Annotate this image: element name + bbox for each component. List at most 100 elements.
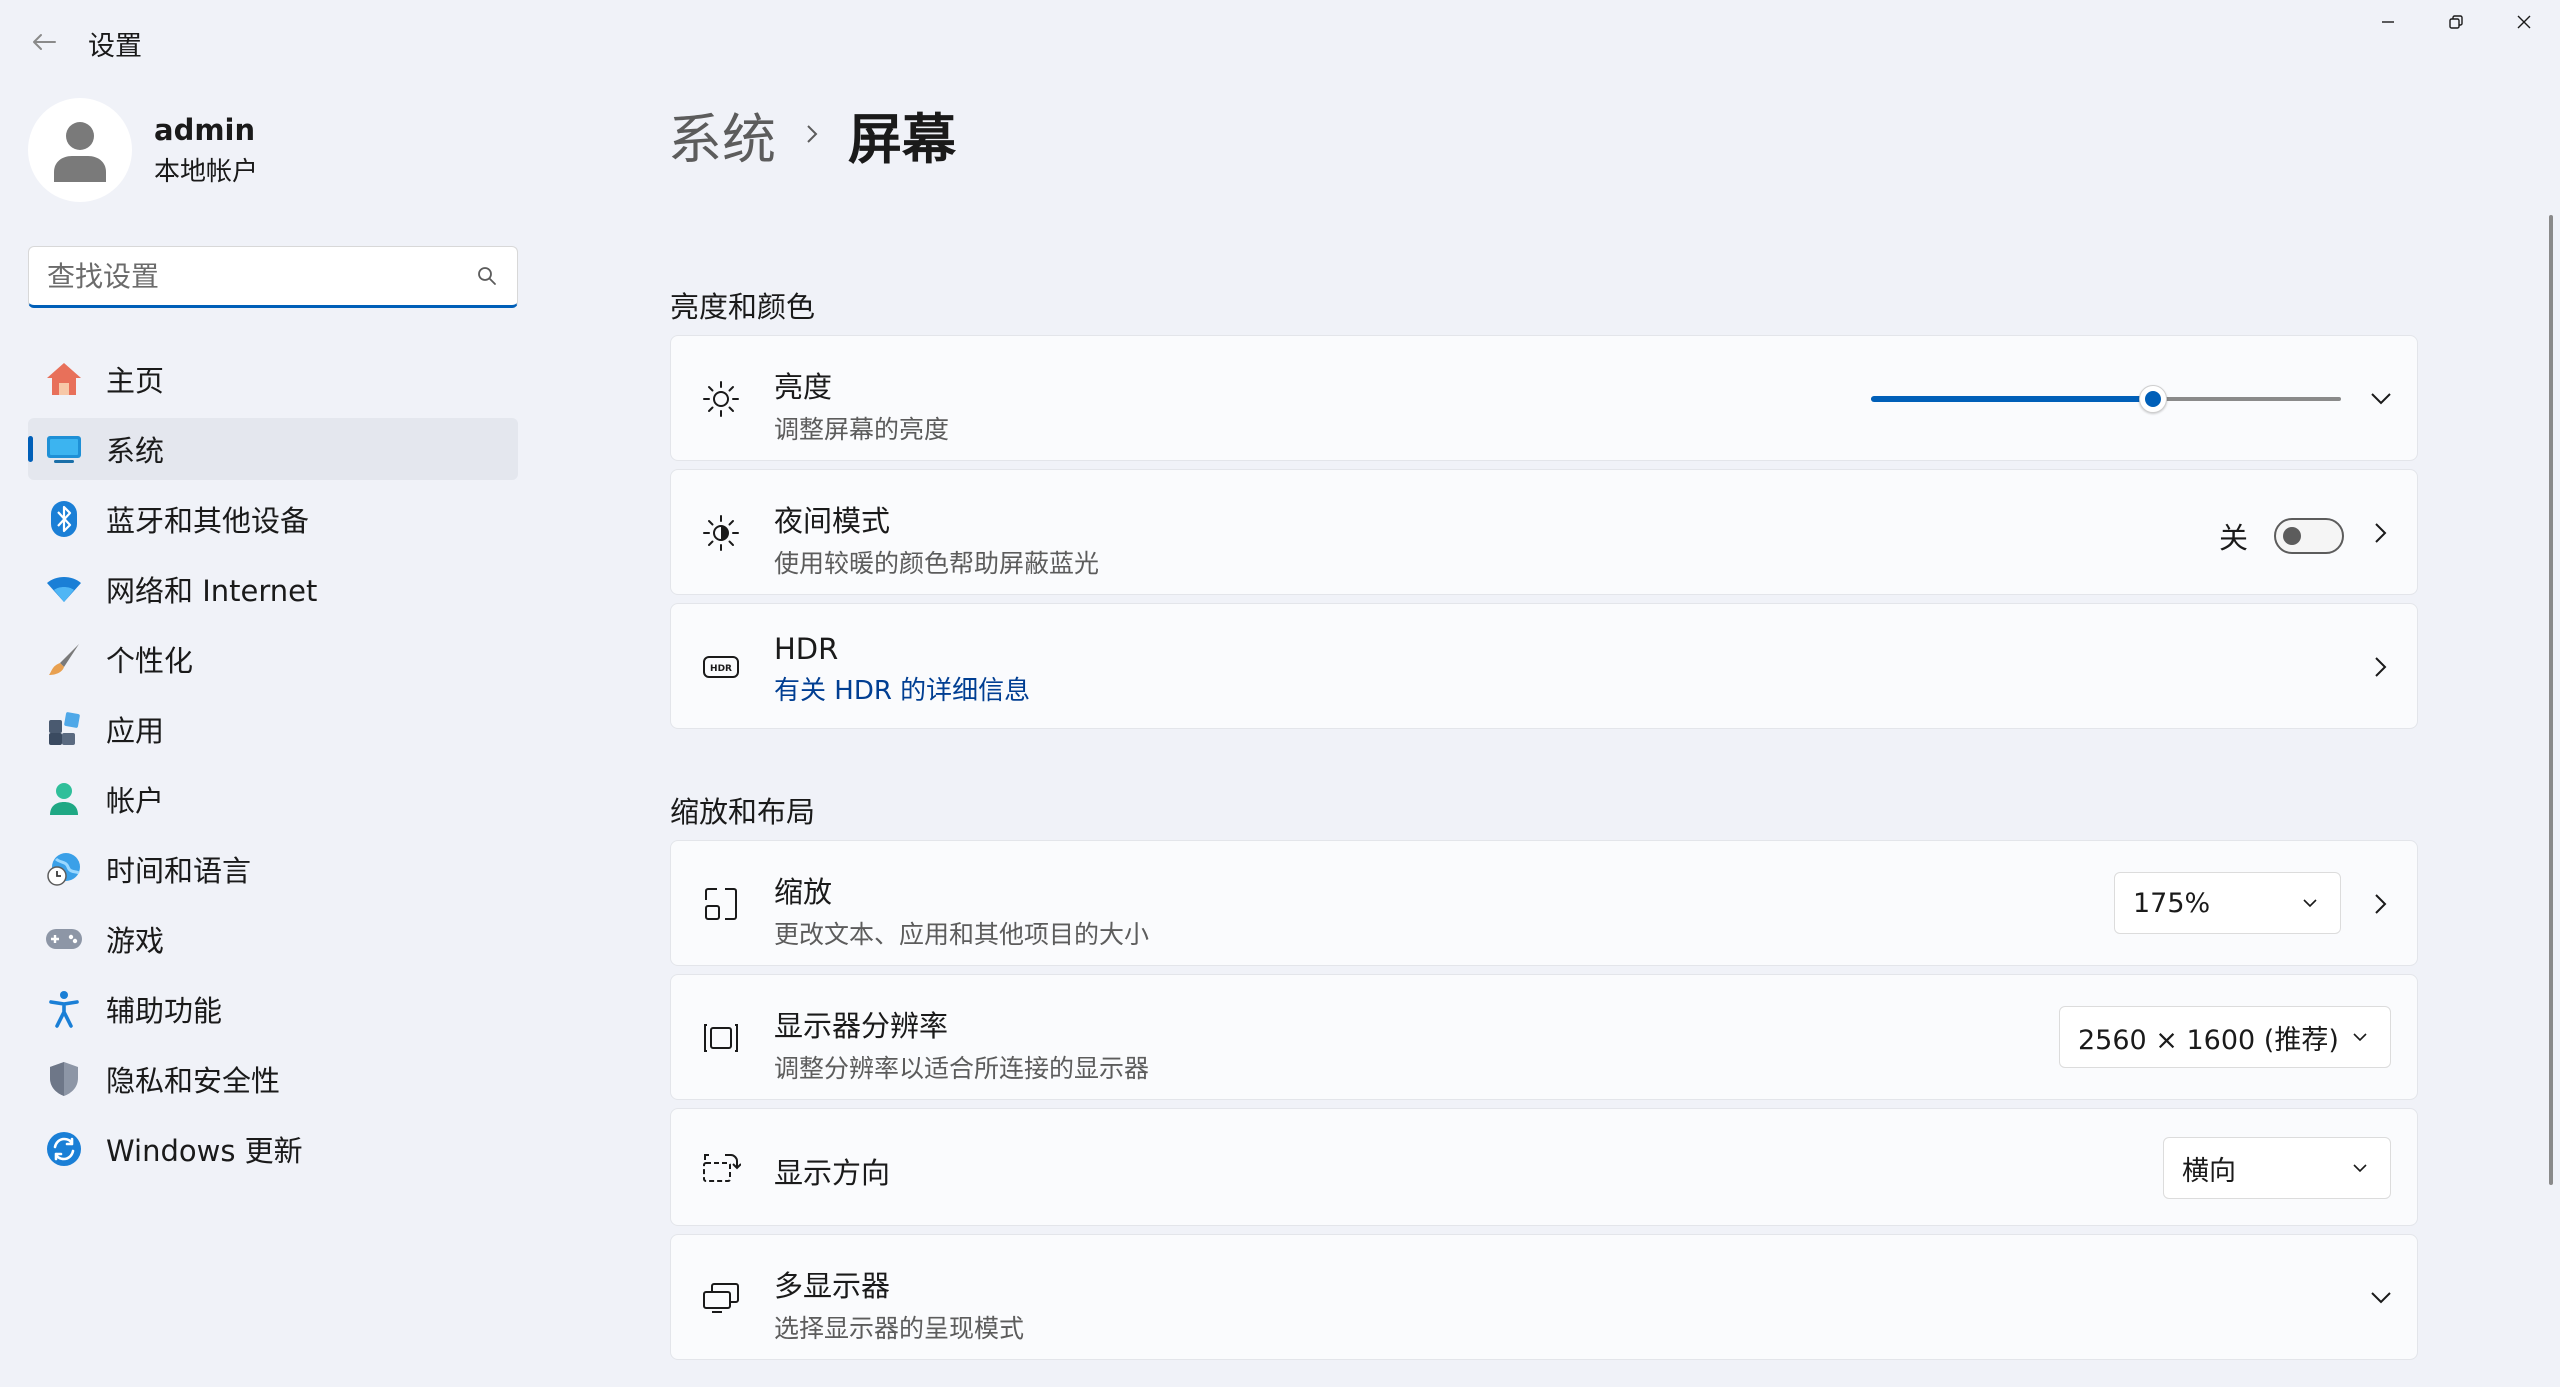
sidebar-item-accessibility[interactable]: 辅助功能 [28, 978, 518, 1040]
search-input[interactable] [47, 259, 473, 293]
sidebar-item-system[interactable]: 系统 [28, 418, 518, 480]
sidebar-item-accounts[interactable]: 帐户 [28, 768, 518, 830]
sidebar-item-label: 系统 [106, 434, 165, 468]
gamepad-icon [44, 919, 84, 959]
svg-text:HDR: HDR [710, 664, 732, 674]
brush-icon [44, 639, 84, 679]
brightness-subtitle: 调整屏幕的亮度 [774, 415, 950, 444]
night-light-subtitle: 使用较暖的颜色帮助屏蔽蓝光 [774, 549, 1100, 578]
hdr-card[interactable]: HDR HDR 有关 HDR 的详细信息 [670, 603, 2418, 729]
scrollbar[interactable] [2549, 215, 2553, 1185]
sidebar-item-label: 个性化 [106, 644, 194, 678]
sidebar-item-time-language[interactable]: 时间和语言 [28, 838, 518, 900]
hdr-title: HDR [774, 632, 839, 666]
sidebar-item-windows-update[interactable]: Windows 更新 [28, 1118, 518, 1180]
chevron-right-icon[interactable] [2365, 517, 2397, 549]
multiple-displays-title: 多显示器 [774, 1269, 891, 1303]
profile-name: admin [154, 112, 256, 147]
resolution-dropdown[interactable]: 2560 × 1600 (推荐) [2059, 1006, 2391, 1068]
chevron-down-icon [2298, 891, 2322, 915]
breadcrumb-parent[interactable]: 系统 [668, 95, 776, 174]
breadcrumb: 系统 屏幕 [668, 98, 956, 171]
person-icon [54, 122, 106, 182]
chevron-down-icon[interactable] [2365, 383, 2397, 415]
brightness-icon [701, 379, 741, 419]
sidebar-item-personalization[interactable]: 个性化 [28, 628, 518, 690]
bluetooth-icon [44, 499, 84, 539]
multiple-displays-icon [701, 1278, 741, 1318]
resolution-title: 显示器分辨率 [774, 1009, 949, 1043]
sidebar-item-label: 网络和 Internet [106, 574, 318, 608]
scale-icon [701, 884, 741, 924]
user-profile[interactable]: admin 本地帐户 [28, 98, 258, 202]
title-bar: 设置 [0, 0, 2560, 80]
settings-window: 设置 admin 本地帐户 主页 [0, 0, 2560, 1387]
apps-icon [44, 709, 84, 749]
sidebar-item-label: 帐户 [106, 784, 165, 818]
sidebar-item-apps[interactable]: 应用 [28, 698, 518, 760]
hdr-icon: HDR [701, 647, 741, 687]
minimize-button[interactable] [2354, 0, 2422, 44]
sidebar-item-network[interactable]: 网络和 Internet [28, 558, 518, 620]
night-light-card[interactable]: 夜间模式 使用较暖的颜色帮助屏蔽蓝光 关 [670, 469, 2418, 595]
search-box[interactable] [28, 246, 518, 308]
app-title: 设置 [88, 31, 142, 62]
resolution-icon [701, 1018, 741, 1058]
sidebar-item-label: 蓝牙和其他设备 [106, 504, 310, 538]
account-icon [44, 779, 84, 819]
chevron-down-icon[interactable] [2365, 1282, 2397, 1314]
scale-title: 缩放 [774, 875, 833, 909]
back-button[interactable] [24, 22, 64, 62]
night-light-icon [701, 513, 741, 553]
orientation-dropdown[interactable]: 横向 [2163, 1137, 2391, 1199]
resolution-value: 2560 × 1600 (推荐) [2078, 1024, 2339, 1056]
accessibility-icon [44, 989, 84, 1029]
search-icon[interactable] [473, 262, 501, 290]
restore-icon [2449, 15, 2463, 29]
update-icon [44, 1129, 84, 1169]
orientation-value: 横向 [2182, 1155, 2236, 1187]
brightness-slider[interactable] [1871, 379, 2341, 419]
wifi-icon [44, 569, 84, 609]
resolution-subtitle: 调整分辨率以适合所连接的显示器 [774, 1054, 1150, 1083]
hdr-info-link[interactable]: 有关 HDR 的详细信息 [774, 670, 1030, 707]
profile-account-type: 本地帐户 [154, 156, 259, 187]
scale-dropdown[interactable]: 175% [2114, 872, 2341, 934]
brightness-card[interactable]: 亮度 调整屏幕的亮度 [670, 335, 2418, 461]
arrow-left-icon [33, 34, 56, 50]
sidebar-item-home[interactable]: 主页 [28, 348, 518, 410]
chevron-right-icon[interactable] [2365, 888, 2397, 920]
sidebar-item-privacy[interactable]: 隐私和安全性 [28, 1048, 518, 1110]
chevron-right-icon [804, 122, 820, 146]
chevron-right-icon[interactable] [2365, 651, 2397, 683]
close-button[interactable] [2490, 0, 2558, 44]
sidebar-item-label: 主页 [106, 364, 165, 398]
brightness-title: 亮度 [774, 370, 833, 404]
home-icon [44, 359, 84, 399]
sidebar-item-label: 时间和语言 [106, 854, 252, 888]
slider-thumb[interactable] [2139, 385, 2167, 413]
resolution-card[interactable]: 显示器分辨率 调整分辨率以适合所连接的显示器 2560 × 1600 (推荐) [670, 974, 2418, 1100]
night-light-title: 夜间模式 [774, 504, 891, 538]
page-title: 屏幕 [848, 107, 956, 171]
sidebar-item-label: Windows 更新 [106, 1134, 303, 1168]
sidebar-nav: 主页 系统 蓝牙和其他设备 网络和 Internet 个性化 应用 帐户 时间和… [28, 348, 518, 1188]
sidebar-item-label: 应用 [106, 714, 165, 748]
orientation-title: 显示方向 [774, 1156, 891, 1190]
multiple-displays-card[interactable]: 多显示器 选择显示器的呈现模式 [670, 1234, 2418, 1360]
sidebar-item-gaming[interactable]: 游戏 [28, 908, 518, 970]
scale-value: 175% [2133, 887, 2211, 919]
shield-icon [44, 1059, 84, 1099]
night-light-toggle[interactable] [2274, 518, 2345, 554]
sidebar-item-bluetooth[interactable]: 蓝牙和其他设备 [28, 488, 518, 550]
slider-fill [1871, 396, 2153, 402]
avatar [28, 98, 132, 202]
close-icon [2517, 15, 2531, 29]
system-icon [44, 429, 84, 469]
scale-card[interactable]: 缩放 更改文本、应用和其他项目的大小 175% [670, 840, 2418, 966]
sidebar-item-label: 游戏 [106, 924, 165, 958]
orientation-card[interactable]: 显示方向 横向 [670, 1108, 2418, 1226]
globe-clock-icon [44, 849, 84, 889]
minimize-icon [2382, 21, 2394, 23]
restore-button[interactable] [2422, 0, 2490, 44]
